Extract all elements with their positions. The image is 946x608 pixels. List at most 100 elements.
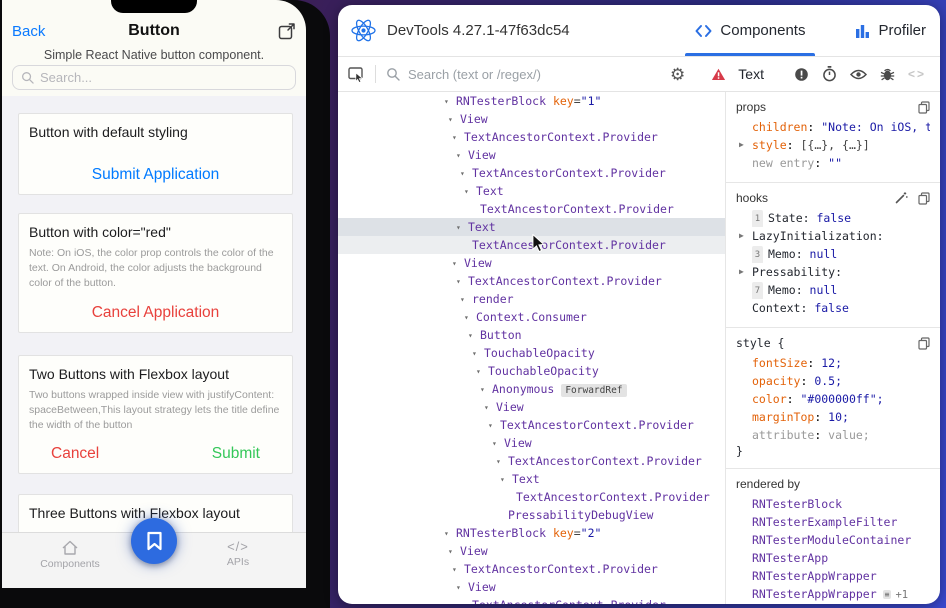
tab-apis[interactable]: </> APIs (196, 539, 280, 588)
owner-item[interactable]: RNTesterApp (736, 549, 930, 567)
hook-value[interactable]: false (807, 301, 849, 315)
owner-item[interactable]: RNTesterAppWrapper≡+1 (736, 585, 930, 603)
expand-arrow-icon[interactable]: ▾ (488, 417, 500, 435)
hook-row[interactable]: Context: false (736, 299, 930, 317)
expand-arrow-icon[interactable]: ▾ (456, 273, 468, 291)
tab-components-devtools[interactable]: Components (681, 5, 819, 56)
devtools-search-input[interactable] (408, 67, 660, 82)
tree-row[interactable]: ▾TextAncestorContext.Provider (338, 560, 725, 578)
phone-search-box[interactable] (12, 65, 296, 90)
tree-row[interactable]: ▾TextAncestorContext.Provider (338, 164, 725, 182)
expand-arrow-icon[interactable]: ▾ (444, 93, 456, 111)
tree-row[interactable]: ▾TextAncestorContext.Provider (338, 452, 725, 470)
style-value[interactable]: 10; (821, 410, 849, 424)
expand-arrow-icon[interactable]: ▾ (496, 453, 508, 471)
expand-arrow-icon[interactable]: ▾ (480, 381, 492, 399)
expand-arrow-icon[interactable]: ▾ (464, 309, 476, 327)
view-source-icon[interactable]: <> (908, 67, 926, 81)
expand-arrow-icon[interactable]: ▾ (456, 579, 468, 597)
tree-row[interactable]: ▾TextAncestorContext.Provider (338, 596, 725, 604)
expand-arrow-icon[interactable]: ▾ (452, 561, 464, 579)
expand-arrow-icon[interactable]: ▾ (452, 255, 464, 273)
devtools-search-box[interactable] (386, 67, 660, 82)
expand-arrow-icon[interactable]: ▾ (448, 543, 460, 561)
owner-item[interactable]: RNTesterAppWrapper (736, 567, 930, 585)
prop-row[interactable]: children: "Note: On iOS, the (736, 118, 930, 136)
tree-row[interactable]: ▾TextAncestorContext.Provider (338, 128, 725, 146)
style-value[interactable]: "#000000ff"; (794, 392, 884, 406)
open-external-icon[interactable] (277, 21, 297, 41)
rn-button[interactable]: Cancel (51, 445, 99, 463)
tree-row[interactable]: ▾render (338, 290, 725, 308)
expand-arrow-icon[interactable]: ▾ (464, 183, 476, 201)
prop-row[interactable]: new entry: "" (736, 154, 930, 172)
tree-row[interactable]: ▾View (338, 110, 725, 128)
style-row[interactable]: fontSize: 12; (736, 354, 930, 372)
rn-button[interactable]: Cancel Application (92, 304, 220, 322)
style-value[interactable]: value; (821, 428, 869, 442)
tree-row[interactable]: TextAncestorContext.Provider (338, 488, 725, 506)
tab-components[interactable]: Components (28, 539, 112, 588)
tree-row[interactable]: ▾RNTesterBlock key="1" (338, 92, 725, 110)
tree-row[interactable]: ▾TextAncestorContext.Provider (338, 416, 725, 434)
style-value[interactable]: 12; (814, 356, 842, 370)
tab-profiler[interactable]: Profiler (841, 5, 940, 56)
copy-icon[interactable] (918, 101, 930, 114)
gear-icon[interactable]: ⚙ (670, 66, 685, 83)
expand-arrow-icon[interactable]: ▾ (468, 327, 480, 345)
style-row[interactable]: color: "#000000ff"; (736, 390, 930, 408)
tree-row[interactable]: ▾View (338, 398, 725, 416)
tree-row[interactable]: ▾RNTesterBlock key="2" (338, 524, 725, 542)
style-row[interactable]: attribute: value; (736, 426, 930, 444)
expand-arrow-icon[interactable]: ▾ (484, 399, 496, 417)
errors-icon[interactable] (794, 67, 809, 82)
expand-arrow-icon[interactable]: ▶ (739, 136, 744, 154)
expand-arrow-icon[interactable]: ▾ (472, 345, 484, 363)
prop-row[interactable]: ▶style: [{…}, {…}] (736, 136, 930, 154)
expand-arrow-icon[interactable]: ▾ (456, 147, 468, 165)
tree-row[interactable]: ▾Context.Consumer (338, 308, 725, 326)
prop-value[interactable]: "" (828, 156, 842, 170)
hook-row[interactable]: ▶LazyInitialization: (736, 227, 930, 245)
expand-arrow-icon[interactable]: ▶ (739, 227, 744, 245)
phone-search-input[interactable] (40, 70, 287, 85)
hook-value[interactable]: false (810, 211, 852, 225)
debug-bug-icon[interactable] (880, 67, 895, 82)
tree-row[interactable]: ▾View (338, 434, 725, 452)
tree-row[interactable]: ▾AnonymousForwardRef (338, 380, 725, 398)
tree-row[interactable]: ▾TextAncestorContext.Provider (338, 272, 725, 290)
tree-row[interactable]: ▾View (338, 542, 725, 560)
owner-item[interactable]: RNTesterModuleContainer (736, 531, 930, 549)
tree-row[interactable]: TextAncestorContext.Provider (338, 200, 725, 218)
hook-value[interactable]: null (803, 283, 838, 297)
hook-row[interactable]: 1State: false (736, 209, 930, 227)
copy-icon[interactable] (918, 192, 930, 205)
tree-row[interactable]: ▾View (338, 578, 725, 596)
tree-row[interactable]: ▾Text (338, 182, 725, 200)
owner-item[interactable]: render() (736, 603, 930, 604)
expand-arrow-icon[interactable]: ▾ (460, 165, 472, 183)
copy-icon[interactable] (918, 337, 930, 350)
expand-arrow-icon[interactable]: ▾ (460, 597, 472, 604)
parse-hooks-wand-icon[interactable] (894, 191, 908, 205)
tree-row[interactable]: ▾TouchableOpacity (338, 362, 725, 380)
bookmark-fab-button[interactable] (131, 518, 177, 564)
owner-item[interactable]: RNTesterExampleFilter (736, 513, 930, 531)
hook-row[interactable]: 7Memo: null (736, 281, 930, 299)
hook-row[interactable]: 3Memo: null (736, 245, 930, 263)
prop-value[interactable]: [{…}, {…}] (800, 138, 869, 152)
inspect-element-icon[interactable] (348, 66, 365, 83)
tree-row[interactable]: PressabilityDebugView (338, 506, 725, 524)
expand-arrow-icon[interactable]: ▾ (452, 129, 464, 147)
suspense-stopwatch-icon[interactable] (822, 66, 837, 82)
tree-row[interactable]: ▾View (338, 254, 725, 272)
inspect-eye-icon[interactable] (850, 68, 867, 81)
tree-row[interactable]: ▾TouchableOpacity (338, 344, 725, 362)
rn-button[interactable]: Submit Application (92, 166, 220, 184)
rn-button[interactable]: Submit (212, 445, 260, 463)
tree-row[interactable]: ▾View (338, 146, 725, 164)
hook-row[interactable]: ▶Pressability: (736, 263, 930, 281)
tree-row[interactable]: ▾Button (338, 326, 725, 344)
expand-arrow-icon[interactable]: ▾ (448, 111, 460, 129)
prop-value[interactable]: "Note: On iOS, the (821, 120, 930, 134)
